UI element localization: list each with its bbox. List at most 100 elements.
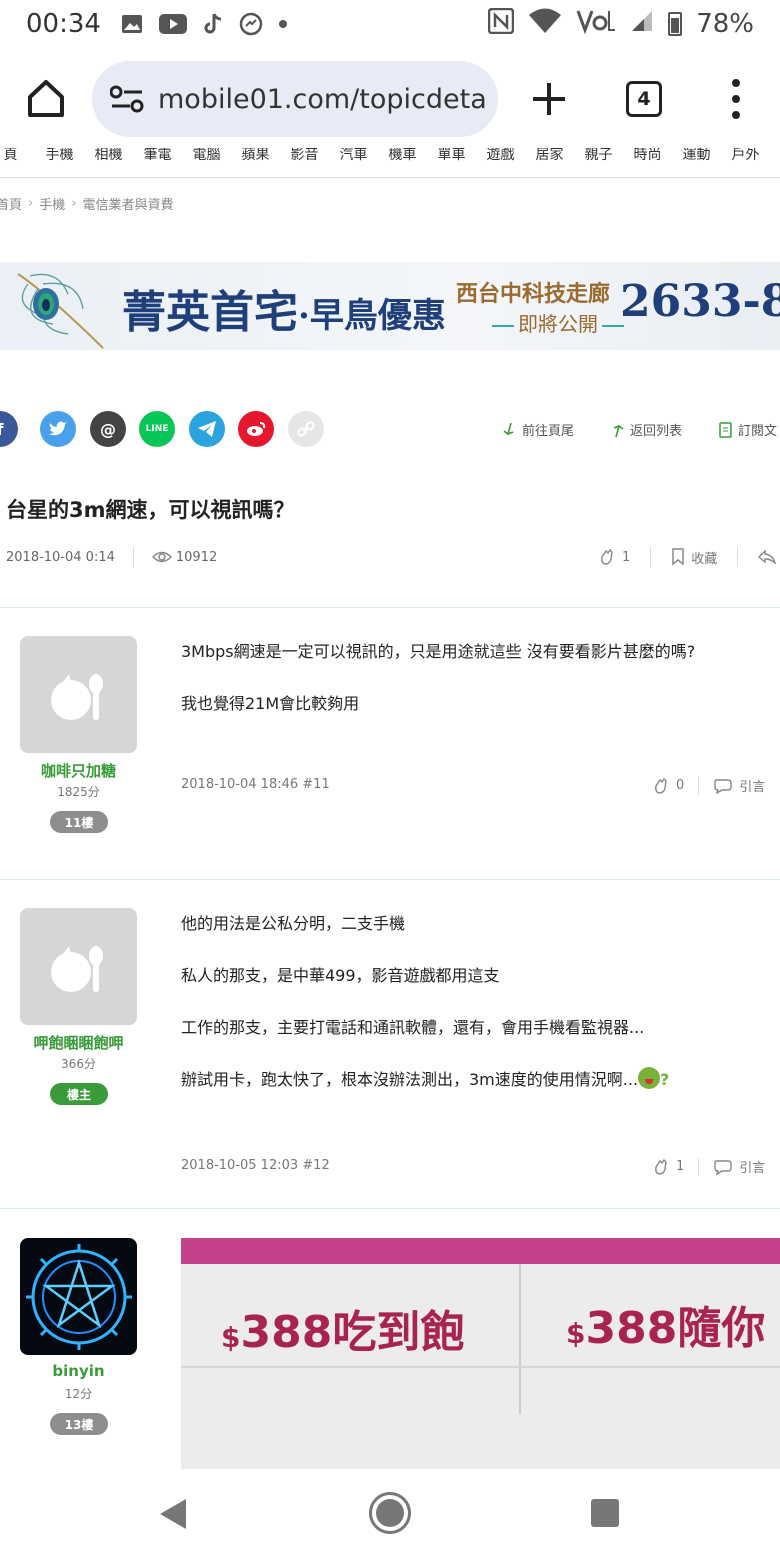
breadcrumb-carriers[interactable]: 電信業者與資費 [82, 194, 173, 213]
pentagram-avatar-icon [25, 1243, 132, 1350]
avatar[interactable] [20, 1238, 137, 1355]
divider [0, 1208, 780, 1209]
threads-icon: @ [100, 419, 116, 439]
back-button[interactable] [158, 1498, 188, 1534]
category-tab[interactable]: 蘋果 [231, 148, 280, 164]
category-tab[interactable]: 影音 [280, 148, 329, 164]
category-tab[interactable]: 相機 [84, 148, 133, 164]
topic-meta: 2018-10-04 0:14 10912 [6, 547, 217, 567]
tab-switcher-button[interactable]: 4 [626, 81, 662, 117]
url-text[interactable]: mobile01.com/topicdeta [158, 84, 487, 115]
user-score: 1825分 [57, 785, 100, 799]
facebook-share-button[interactable]: f [0, 411, 18, 447]
avatar[interactable] [20, 908, 137, 1025]
like-button[interactable]: 1 [652, 1158, 684, 1176]
breadcrumb: 首頁 › 手機 › 電信業者與資費 [0, 194, 173, 213]
menu-dot-icon [732, 111, 740, 119]
dot-icon [278, 20, 287, 28]
recents-button[interactable] [591, 1499, 619, 1527]
image-icon [121, 14, 143, 34]
category-tab[interactable]: 運動 [672, 148, 721, 164]
category-tab[interactable]: 居家 [525, 148, 574, 164]
speedometer-icon [239, 12, 263, 36]
telegram-share-button[interactable] [189, 411, 225, 447]
breadcrumb-home[interactable]: 首頁 [0, 194, 22, 213]
go-to-bottom-link[interactable]: 前往頁尾 [502, 420, 574, 439]
username[interactable]: 咖啡只加糖 [0, 760, 157, 781]
clap-icon [655, 777, 667, 794]
user-score: 366分 [61, 1057, 96, 1071]
reply-button[interactable]: 回 [758, 548, 780, 567]
category-tab[interactable]: 頁 [0, 148, 35, 164]
default-avatar-icon [50, 945, 103, 992]
url-bar[interactable]: mobile01.com/topicdeta [92, 61, 498, 137]
home-button[interactable] [24, 77, 68, 121]
new-tab-button[interactable] [530, 80, 568, 118]
twitter-icon [49, 421, 67, 436]
category-tab[interactable]: 機車 [378, 148, 427, 164]
topic-actions: 1 收藏 回 [598, 547, 780, 567]
category-tab[interactable]: 時尚 [623, 148, 672, 164]
category-tab[interactable]: 手機 [35, 148, 84, 164]
category-tab[interactable]: 汽車 [329, 148, 378, 164]
weibo-share-button[interactable] [238, 411, 274, 447]
post-text-line: 3Mbps網速是一定可以視訊的，只是用途就這些 沒有要看影片甚麼的嗎? [181, 642, 696, 661]
threads-share-button[interactable]: @ [90, 411, 126, 447]
back-triangle-icon [160, 1499, 186, 1529]
category-tab[interactable]: 親子 [574, 148, 623, 164]
document-icon [719, 421, 732, 438]
banner-phone: 2633-811 [620, 276, 780, 327]
breadcrumb-phones[interactable]: 手機 [39, 194, 65, 213]
nfc-icon [487, 7, 515, 41]
site-settings-icon[interactable] [110, 84, 144, 114]
post-actions: 0 引言 [652, 776, 765, 795]
twitter-share-button[interactable] [40, 411, 76, 447]
status-bar: 00:34 78% [0, 0, 780, 48]
divider [132, 547, 134, 567]
home-icon [28, 80, 64, 117]
reply-icon [758, 550, 777, 564]
divider [0, 607, 780, 608]
copy-link-button[interactable] [288, 411, 324, 447]
category-tab[interactable]: 單車 [427, 148, 476, 164]
post-text-line: 我也覺得21M會比較夠用 [181, 694, 360, 713]
line-share-button[interactable]: LINE [139, 411, 175, 447]
like-button[interactable]: 1 [598, 548, 630, 566]
divider [0, 879, 780, 880]
category-tab[interactable]: 戶外 [721, 148, 770, 164]
quote-button[interactable]: 引言 [713, 1157, 765, 1176]
category-tab[interactable]: 遊戲 [476, 148, 525, 164]
chevron-right-icon: › [71, 196, 77, 211]
banner-subtitle: 西台中科技走廊 [456, 281, 611, 307]
category-tab[interactable]: 電腦 [182, 148, 231, 164]
post-image[interactable]: $388吃到飽 $388隨你 [181, 1238, 780, 1469]
wifi-icon [528, 8, 562, 41]
banner-headline: 菁英首宅·早鳥優惠 [122, 287, 446, 338]
owner-badge: 樓主 [50, 1083, 108, 1105]
username[interactable]: 呷飽睏睏飽呷 [0, 1032, 157, 1053]
topic-title: 台星的3m網速，可以視訊嗎？ [6, 498, 295, 522]
username[interactable]: binyin [0, 1362, 157, 1380]
ad-banner[interactable]: 菁英首宅·早鳥優惠 西台中科技走廊 即將公開 2633-811 [0, 262, 780, 350]
floor-badge: 11樓 [50, 811, 108, 833]
category-tab[interactable]: 生 [770, 148, 780, 164]
battery-percent: 78% [696, 9, 754, 39]
system-nav-bar [0, 1470, 780, 1560]
category-tab[interactable]: 筆電 [133, 148, 182, 164]
signal-icon [630, 9, 654, 40]
overflow-menu-button[interactable] [726, 79, 746, 119]
post-actions: 1 引言 [652, 1157, 765, 1176]
divider [698, 1157, 700, 1176]
avatar[interactable] [20, 636, 137, 753]
view-count: 10912 [151, 550, 217, 565]
shocked-emoji-icon [638, 1067, 661, 1089]
subscribe-link[interactable]: 訂閱文 [718, 420, 777, 439]
like-button[interactable]: 0 [652, 777, 684, 795]
back-to-list-link[interactable]: 返回列表 [610, 420, 682, 439]
bookmark-button[interactable]: 收藏 [671, 548, 717, 567]
clap-icon [601, 548, 613, 565]
home-nav-button[interactable] [369, 1492, 411, 1534]
quote-button[interactable]: 引言 [713, 776, 765, 795]
price-388-flex: $388隨你 [566, 1303, 766, 1354]
quote-icon [714, 1159, 732, 1175]
